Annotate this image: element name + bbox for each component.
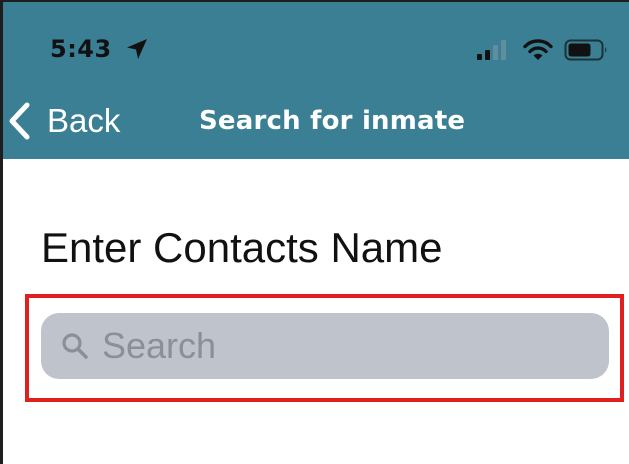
header-bar: 5:43 Back Search for inmate (3, 2, 629, 159)
search-field[interactable] (41, 313, 609, 379)
back-button-label: Back (47, 102, 121, 139)
wifi-icon (523, 39, 553, 60)
page-title: Search for inmate (199, 106, 466, 136)
back-button[interactable]: Back (7, 98, 120, 144)
chevron-left-icon (9, 102, 30, 140)
contacts-name-label: Enter Contacts Name (41, 224, 443, 271)
search-input[interactable] (102, 325, 582, 367)
phone-screen: 5:43 Back Search for inmate Enter Contac… (0, 0, 629, 464)
status-time: 5:43 (50, 35, 112, 63)
location-arrow-icon (127, 39, 147, 59)
magnifier-icon (62, 333, 88, 359)
battery-icon (564, 39, 607, 61)
cellular-signal-icon (477, 40, 506, 60)
